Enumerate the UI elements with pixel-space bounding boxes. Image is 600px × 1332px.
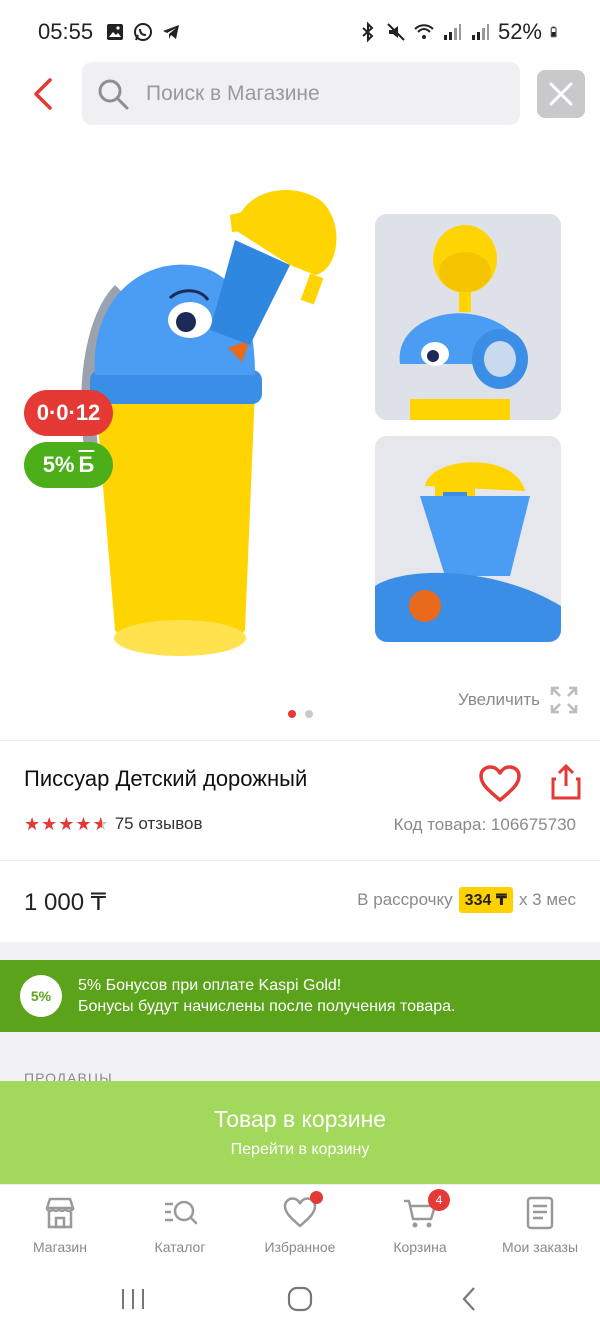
product-thumbnail-1[interactable] — [375, 214, 561, 420]
bluetooth-icon — [362, 22, 374, 42]
thumbnail-image — [375, 436, 561, 642]
recent-apps-icon[interactable] — [118, 1286, 148, 1312]
gallery-icon — [107, 24, 124, 40]
cart-count-badge: 4 — [428, 1189, 450, 1211]
search-icon — [98, 79, 129, 109]
nav-item-catalog[interactable]: Каталог — [120, 1185, 240, 1266]
bottom-navigation: Магазин Каталог Избранное 4 Корзина Мои … — [0, 1184, 600, 1266]
product-price: 1 000 ₸ — [24, 889, 106, 916]
nav-label: Каталог — [154, 1239, 206, 1255]
close-button[interactable] — [537, 70, 585, 118]
nav-label: Магазин — [32, 1239, 87, 1255]
signal-icon-2 — [471, 24, 489, 40]
signal-icon — [443, 24, 461, 40]
star-icon: ★ — [24, 814, 41, 834]
system-icons: 52% — [358, 19, 562, 45]
pagination-dot[interactable] — [305, 710, 313, 718]
nav-label: Мои заказы — [501, 1239, 579, 1255]
orders-icon — [526, 1196, 554, 1230]
store-icon — [45, 1197, 75, 1229]
section-gap — [0, 942, 600, 960]
battery-icon — [550, 26, 557, 38]
mute-icon — [387, 23, 405, 41]
bonus-badge-symbol: Б — [78, 452, 95, 477]
search-header: Поиск в Магазине — [0, 62, 600, 126]
product-title: Писсуар Детский дорожный — [24, 766, 308, 791]
back-arrow-icon[interactable] — [26, 74, 62, 114]
share-icon[interactable] — [550, 762, 582, 802]
status-bar: 05:55 52% — [0, 0, 600, 64]
search-input[interactable]: Поиск в Магазине — [82, 62, 520, 125]
bonus-banner-text: 5% Бонусов при оплате Kaspi Gold! Бонусы… — [78, 975, 455, 1017]
nav-label: Корзина — [393, 1239, 447, 1255]
catalog-icon — [165, 1200, 198, 1225]
expand-icon — [550, 686, 578, 714]
half-star-icon: ★ — [92, 814, 109, 834]
gallery-pagination — [288, 710, 313, 718]
thumbnail-image — [375, 214, 561, 420]
timer-badge-label: 0·0·12 — [36, 400, 101, 425]
favorite-heart-icon[interactable] — [478, 764, 522, 804]
bonus-percent-circle: 5% — [20, 975, 62, 1017]
product-thumbnail-2[interactable] — [375, 436, 561, 642]
bonus-banner[interactable]: 5% 5% Бонусов при оплате Kaspi Gold! Бон… — [0, 960, 600, 1032]
cart-cta-subtitle: Перейти в корзину — [230, 1141, 370, 1158]
notification-icons — [105, 22, 181, 42]
search-placeholder: Поиск в Магазине — [146, 81, 320, 105]
telegram-icon — [163, 25, 180, 39]
installment-amount: 334 ₸ — [458, 887, 513, 913]
divider — [0, 740, 600, 741]
nav-label: Избранное — [264, 1239, 336, 1255]
android-navigation-bar — [0, 1266, 600, 1332]
back-icon[interactable] — [455, 1286, 485, 1312]
divider — [0, 860, 600, 861]
reviews-count[interactable]: 75 отзывов — [115, 814, 203, 834]
installment-info[interactable]: В рассрочку 334 ₸ x 3 мес — [357, 887, 576, 913]
whatsapp-icon — [134, 23, 153, 41]
favorites-notification-dot — [310, 1191, 323, 1204]
bonus-line-1: 5% Бонусов при оплате Kaspi Gold! — [78, 977, 342, 994]
bonus-badge-percent: 5% — [42, 452, 75, 477]
nav-item-favorites[interactable]: Избранное — [240, 1185, 360, 1266]
installment-suffix: x 3 мес — [518, 890, 576, 909]
close-icon — [549, 82, 573, 106]
go-to-cart-button[interactable]: Товар в корзине Перейти в корзину — [0, 1081, 600, 1184]
installment-prefix: В рассрочку — [357, 890, 453, 909]
star-icon: ★ — [41, 814, 58, 834]
pagination-dot-active[interactable] — [288, 710, 296, 718]
nav-item-cart[interactable]: 4 Корзина — [360, 1185, 480, 1266]
wifi-icon — [414, 24, 434, 39]
bonus-line-2: Бонусы будут начислены после получения т… — [78, 998, 456, 1015]
product-gallery[interactable]: 0·0·12 5% Б Увеличить — [0, 140, 600, 740]
timer-badge: 0·0·12 — [24, 390, 113, 436]
battery-percent: 52% — [497, 19, 542, 44]
product-rating[interactable]: ★ ★ ★ ★ ★ 75 отзывов — [24, 814, 203, 834]
nav-item-store[interactable]: Магазин — [0, 1185, 120, 1266]
star-icon: ★ — [75, 814, 92, 834]
product-sku: Код товара: 106675730 — [393, 815, 576, 834]
star-icon: ★ — [58, 814, 75, 834]
zoom-button[interactable]: Увеличить — [458, 686, 578, 714]
status-time: 05:55 — [38, 19, 94, 44]
rating-stars: ★ ★ ★ ★ ★ — [24, 814, 109, 834]
home-icon[interactable] — [285, 1286, 315, 1312]
nav-item-orders[interactable]: Мои заказы — [480, 1185, 600, 1266]
cart-cta-title: Товар в корзине — [213, 1106, 387, 1132]
bonus-badge: 5% Б — [24, 442, 113, 488]
zoom-label: Увеличить — [458, 690, 540, 709]
